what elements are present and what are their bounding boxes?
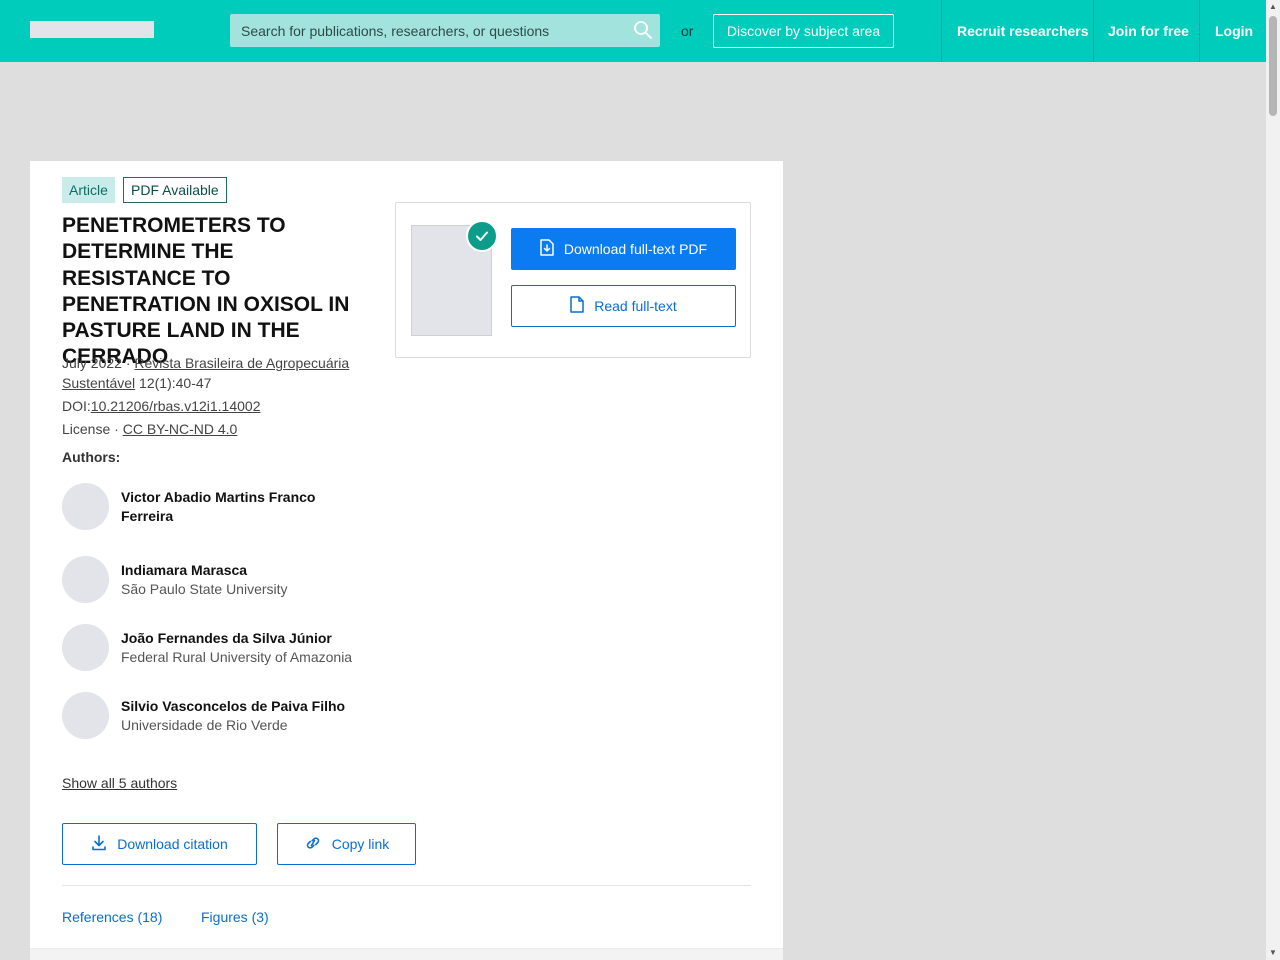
tab-figures[interactable]: Figures (3) (201, 909, 269, 925)
search-box (230, 14, 660, 47)
or-text: or (681, 23, 694, 39)
avatar[interactable] (62, 556, 109, 603)
license-link[interactable]: CC BY-NC-ND 4.0 (123, 421, 238, 437)
download-pdf-label: Download full-text PDF (563, 241, 708, 257)
article-card: Article PDF Available PENETROMETERS TO D… (30, 161, 783, 960)
copy-link-label: Copy link (331, 836, 390, 852)
article-title: PENETROMETERS TO DETERMINE THE RESISTANC… (62, 214, 350, 369)
download-citation-label: Download citation (117, 836, 228, 852)
copy-link-button[interactable]: Copy link (277, 823, 416, 865)
author-item[interactable]: João Fernandes da Silva Júnior Federal R… (62, 624, 382, 672)
card-footer-strip (30, 948, 783, 960)
author-item[interactable]: Victor Abadio Martins Franco Ferreira (62, 483, 382, 531)
recruit-researchers-link[interactable]: Recruit researchers (957, 0, 1089, 62)
show-all-authors-link[interactable]: Show all 5 authors (62, 775, 177, 791)
nav-divider (941, 0, 942, 62)
page-scrollbar[interactable]: ▲ ▼ (1266, 0, 1280, 960)
link-icon (304, 835, 322, 854)
doi-line: DOI:10.21206/rbas.v12i1.14002 (62, 396, 382, 416)
license-line: License · CC BY-NC-ND 4.0 (62, 419, 382, 439)
author-item[interactable]: Silvio Vasconcelos de Paiva Filho Univer… (62, 692, 382, 740)
join-for-free-link[interactable]: Join for free (1108, 0, 1189, 62)
divider (62, 885, 751, 886)
pdf-available-badge: PDF Available (123, 177, 227, 203)
search-icon[interactable] (633, 20, 653, 40)
download-citation-button[interactable]: Download citation (62, 823, 257, 865)
read-full-text-button[interactable]: Read full-text (511, 285, 736, 327)
authors-label: Authors: (62, 449, 121, 465)
nav-divider (1199, 0, 1200, 62)
author-affiliation: São Paulo State University (121, 581, 288, 597)
scroll-thumb[interactable] (1269, 16, 1277, 116)
author-affiliation: Federal Rural University of Amazonia (121, 649, 353, 665)
author-affiliation: Universidade de Rio Verde (121, 717, 288, 733)
author-name[interactable]: Victor Abadio Martins Franco Ferreira (121, 488, 361, 526)
license-label: License · (62, 421, 123, 437)
author-item[interactable]: Indiamara Marasca São Paulo State Univer… (62, 556, 382, 604)
avatar[interactable] (62, 692, 109, 739)
top-navigation-bar: or Discover by subject area Recruit rese… (0, 0, 1266, 62)
login-link[interactable]: Login (1215, 0, 1253, 62)
checkmark-icon (466, 220, 498, 252)
download-full-text-pdf-button[interactable]: Download full-text PDF (511, 228, 736, 270)
full-text-panel: Download full-text PDF Read full-text (395, 202, 751, 358)
scroll-down-arrow-icon[interactable]: ▼ (1268, 948, 1278, 958)
journal-issue: 12(1):40-47 (135, 375, 212, 391)
pdf-download-icon (540, 239, 554, 259)
meta-separator: · (121, 355, 135, 371)
avatar[interactable] (62, 483, 109, 530)
doi-label: DOI: (62, 398, 91, 414)
tab-references[interactable]: References (18) (62, 909, 162, 925)
download-icon (91, 834, 107, 854)
scroll-up-arrow-icon[interactable]: ▲ (1268, 2, 1278, 12)
author-name[interactable]: Indiamara Marasca (121, 561, 361, 580)
site-logo[interactable] (30, 21, 154, 38)
doi-link[interactable]: 10.21206/rbas.v12i1.14002 (91, 398, 261, 414)
read-full-text-label: Read full-text (594, 298, 677, 314)
author-name[interactable]: João Fernandes da Silva Júnior (121, 629, 361, 648)
author-name[interactable]: Silvio Vasconcelos de Paiva Filho (121, 697, 361, 716)
nav-divider (1093, 0, 1094, 62)
article-type-badge: Article (62, 177, 115, 203)
document-icon (570, 296, 584, 316)
search-input[interactable] (230, 14, 630, 47)
publication-date: July 2022 (62, 355, 122, 371)
avatar[interactable] (62, 624, 109, 671)
publication-info: July 2022 · Revista Brasileira de Agrope… (62, 353, 382, 393)
discover-by-subject-button[interactable]: Discover by subject area (713, 14, 894, 48)
